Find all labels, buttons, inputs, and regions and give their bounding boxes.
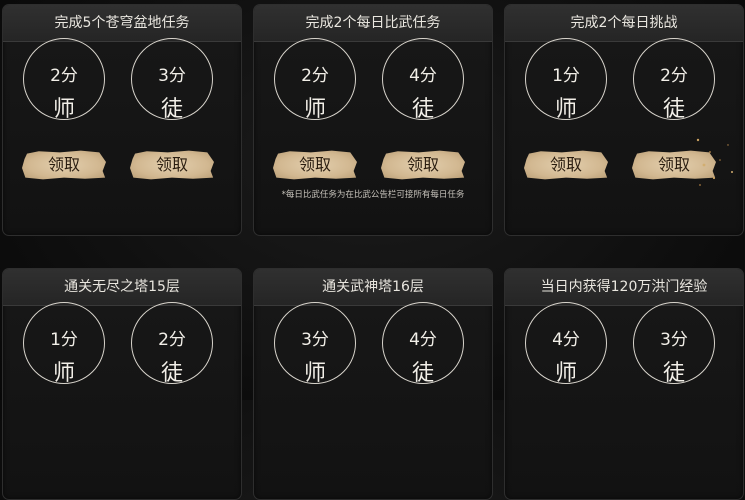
claim-master-button[interactable]: 领取 bbox=[273, 150, 357, 180]
claim-apprentice-button[interactable]: 领取 bbox=[381, 150, 465, 180]
apprentice-score: 2分 bbox=[660, 66, 688, 86]
master-label: 师 bbox=[52, 361, 75, 386]
master-label: 师 bbox=[554, 361, 577, 386]
claim-apprentice-button[interactable]: 领取 bbox=[130, 150, 214, 180]
apprentice-score-circle: 4分 徒 bbox=[382, 302, 464, 386]
apprentice-score: 2分 bbox=[158, 330, 186, 350]
task-card: 当日内获得120万洪门经验 4分 师 3分 徒 bbox=[504, 268, 744, 500]
task-title: 通关武神塔16层 bbox=[254, 269, 492, 306]
apprentice-label: 徒 bbox=[662, 97, 685, 122]
apprentice-score: 4分 bbox=[409, 66, 437, 86]
master-score: 1分 bbox=[50, 330, 78, 350]
task-card: 完成5个苍穹盆地任务 2分 师 3分 徒 领取 领取 bbox=[2, 4, 242, 236]
master-score: 1分 bbox=[552, 66, 580, 86]
task-title: 完成2个每日比武任务 bbox=[254, 5, 492, 42]
master-score-circle: 1分 师 bbox=[23, 302, 105, 386]
task-title: 完成2个每日挑战 bbox=[505, 5, 743, 42]
master-label: 师 bbox=[303, 361, 326, 386]
master-score-circle: 2分 师 bbox=[23, 38, 105, 122]
task-card: 完成2个每日比武任务 2分 师 4分 徒 领取 领取 *每日比武任务为在比武公告… bbox=[253, 4, 493, 236]
apprentice-label: 徒 bbox=[662, 361, 685, 386]
master-score: 2分 bbox=[50, 66, 78, 86]
apprentice-score-circle: 2分 徒 bbox=[131, 302, 213, 386]
apprentice-score-circle: 2分 徒 bbox=[633, 38, 715, 122]
apprentice-label: 徒 bbox=[160, 361, 183, 386]
master-score-circle: 4分 师 bbox=[525, 302, 607, 386]
apprentice-score: 3分 bbox=[660, 330, 688, 350]
claim-master-button[interactable]: 领取 bbox=[22, 150, 106, 180]
apprentice-label: 徒 bbox=[160, 97, 183, 122]
task-title: 通关无尽之塔15层 bbox=[3, 269, 241, 306]
task-title: 完成5个苍穹盆地任务 bbox=[3, 5, 241, 42]
task-note: *每日比武任务为在比武公告栏可接所有每日任务 bbox=[281, 190, 465, 200]
master-score-circle: 2分 师 bbox=[274, 38, 356, 122]
apprentice-score-circle: 3分 徒 bbox=[633, 302, 715, 386]
apprentice-score: 3分 bbox=[158, 66, 186, 86]
task-card: 通关无尽之塔15层 1分 师 2分 徒 bbox=[2, 268, 242, 500]
claim-apprentice-button[interactable]: 领取 bbox=[632, 150, 716, 180]
master-score-circle: 3分 师 bbox=[274, 302, 356, 386]
apprentice-label: 徒 bbox=[411, 97, 434, 122]
master-label: 师 bbox=[303, 97, 326, 122]
apprentice-score-circle: 3分 徒 bbox=[131, 38, 213, 122]
apprentice-label: 徒 bbox=[411, 361, 434, 386]
master-score: 2分 bbox=[301, 66, 329, 86]
apprentice-score-circle: 4分 徒 bbox=[382, 38, 464, 122]
task-title: 当日内获得120万洪门经验 bbox=[505, 269, 743, 306]
master-label: 师 bbox=[554, 97, 577, 122]
apprentice-score: 4分 bbox=[409, 330, 437, 350]
master-score: 3分 bbox=[301, 330, 329, 350]
claim-master-button[interactable]: 领取 bbox=[524, 150, 608, 180]
task-card: 通关武神塔16层 3分 师 4分 徒 bbox=[253, 268, 493, 500]
master-score: 4分 bbox=[552, 330, 580, 350]
master-score-circle: 1分 师 bbox=[525, 38, 607, 122]
task-card: 完成2个每日挑战 1分 师 2分 徒 领取 领取 bbox=[504, 4, 744, 236]
master-label: 师 bbox=[52, 97, 75, 122]
